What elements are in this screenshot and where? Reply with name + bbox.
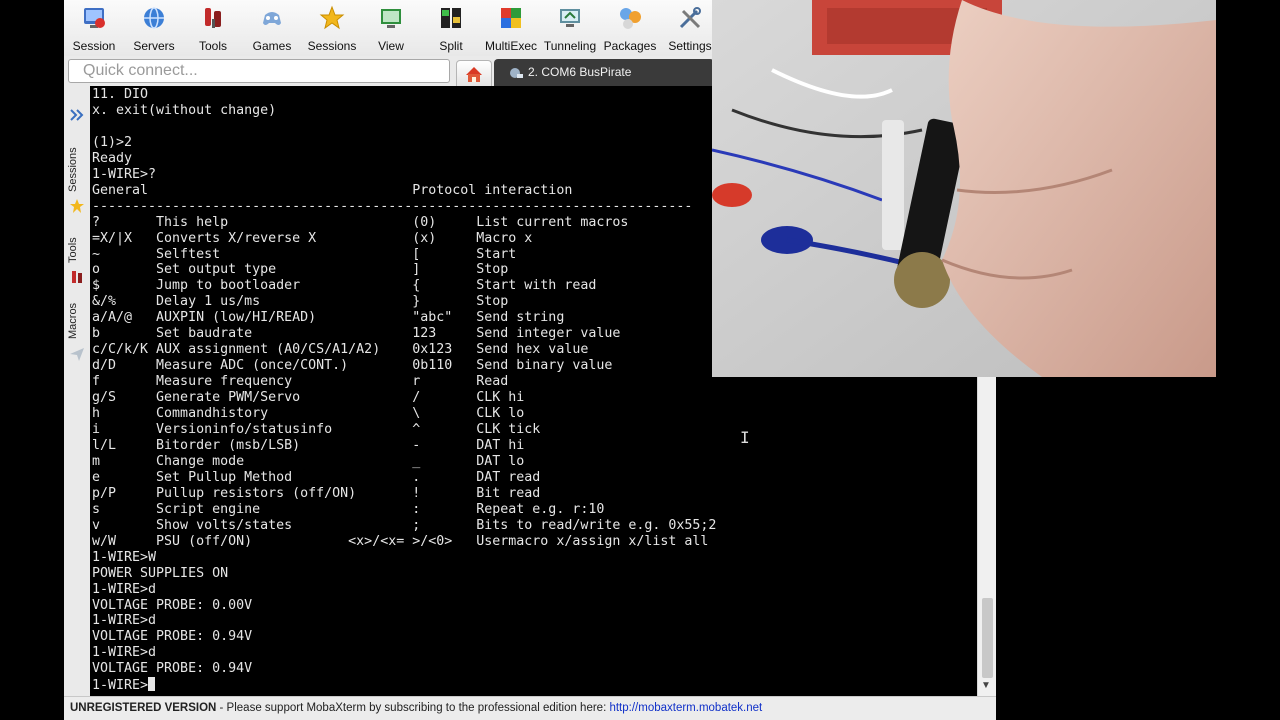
scrollbar-thumb[interactable] — [982, 598, 993, 678]
status-message: - Please support MobaXterm by subscribin… — [216, 702, 610, 714]
text-cursor-icon: I — [740, 428, 750, 447]
sidebar-tab-macros[interactable]: Macros — [67, 298, 87, 344]
terminal-line: h Commandhistory \ CLK lo — [92, 406, 525, 422]
sessions-star-icon — [319, 5, 345, 30]
split-icon — [441, 8, 461, 28]
terminal-line: x. exit(without change) — [92, 102, 277, 118]
terminal-output: 11. DIO x. exit(without change) (1)>2 Re… — [92, 87, 716, 694]
toolbar-settings-button[interactable]: Settings — [661, 2, 719, 54]
terminal-line: VOLTAGE PROBE: 0.94V — [92, 661, 253, 677]
terminal-line: 1-WIRE>d — [92, 613, 157, 629]
terminal-line: 1-WIRE> — [92, 678, 149, 694]
toolbar-label: Session — [72, 39, 116, 53]
terminal-line: c/C/k/K AUX assignment (A0/CS/A1/A2) 0x1… — [92, 342, 589, 358]
terminal-line: Ready — [92, 150, 133, 166]
terminal-line: 1-WIRE>? — [92, 166, 157, 182]
terminal-line: s Script engine : Repeat e.g. r:10 — [92, 501, 605, 517]
toolbar-tunneling-button[interactable]: Tunneling — [541, 2, 599, 54]
toolbar-view-button[interactable]: View — [362, 2, 420, 54]
games-icon — [263, 12, 281, 25]
toolbar-label: Tunneling — [543, 39, 597, 53]
terminal-line: 11. DIO — [92, 87, 149, 102]
send-icon — [70, 348, 84, 361]
sidebar-tab-tools[interactable]: Tools — [67, 231, 87, 269]
terminal-cursor — [148, 677, 156, 692]
terminal-line: e Set Pullup Method . DAT read — [92, 469, 541, 485]
terminal-line: =X/|X Converts X/reverse X (x) Macro x — [92, 230, 533, 246]
tools-icon — [72, 271, 82, 283]
toolbar-label: Tools — [198, 39, 227, 53]
quick-connect-input[interactable] — [68, 59, 450, 83]
home-tab[interactable] — [456, 60, 492, 87]
double-chevron-right-icon[interactable] — [69, 108, 85, 122]
toolbar-servers-button[interactable]: Servers — [125, 2, 183, 54]
terminal-line: VOLTAGE PROBE: 0.00V — [92, 597, 253, 613]
terminal-line: a/A/@ AUXPIN (low/HI/READ) "abc" Send st… — [92, 310, 565, 326]
sidebar-tab-sessions[interactable]: Sessions — [67, 144, 87, 196]
terminal-line: &/% Delay 1 us/ms } Stop — [92, 294, 509, 310]
servers-icon — [144, 7, 164, 29]
toolbar-multiexec-button[interactable]: MultiExec — [482, 2, 540, 54]
terminal-line: w/W PSU (off/ON) <x>/<x= >/<0> Usermacro… — [92, 533, 709, 549]
toolbar-packages-button[interactable]: Packages — [601, 2, 659, 54]
left-sidebar: Sessions Tools Macros — [64, 86, 91, 696]
mobatek-link[interactable]: http://mobaxterm.mobatek.net — [609, 702, 762, 714]
terminal-line: 1-WIRE>W — [92, 549, 157, 565]
terminal-line: g/S Generate PWM/Servo / CLK hi — [92, 390, 525, 406]
toolbar-games-button[interactable]: Games — [243, 2, 301, 54]
tab-label: 2. COM6 BusPirate — [528, 65, 632, 79]
terminal-line: ~ Selftest [ Start — [92, 246, 517, 262]
terminal-line: f Measure frequency r Read — [92, 374, 509, 390]
terminal-line: b Set baudrate 123 Send integer value — [92, 326, 621, 342]
terminal-line: General Protocol interaction — [92, 182, 573, 198]
toolbar-sessions-button[interactable]: Sessions — [303, 2, 361, 54]
terminal-line: POWER SUPPLIES ON — [92, 565, 229, 581]
terminal-line: ? This help (0) List current macros — [92, 214, 629, 230]
terminal-line: i Versioninfo/statusinfo ^ CLK tick — [92, 422, 541, 438]
home-icon — [466, 67, 482, 82]
toolbar-label: View — [378, 39, 404, 53]
star-icon — [70, 199, 84, 213]
tunneling-icon — [560, 9, 580, 27]
terminal-line: p/P Pullup resistors (off/ON) ! Bit read — [92, 485, 541, 501]
packages-icon — [620, 8, 641, 29]
terminal-line: d/D Measure ADC (once/CONT.) 0b110 Send … — [92, 358, 613, 374]
terminal-line: l/L Bitorder (msb/LSB) - DAT hi — [92, 437, 525, 453]
tab-com6-buspirate[interactable]: 2. COM6 BusPirate — [494, 59, 714, 86]
toolbar-label: Games — [252, 39, 292, 53]
terminal-line: VOLTAGE PROBE: 0.94V — [92, 629, 253, 645]
unregistered-label: UNREGISTERED VERSION — [70, 702, 217, 714]
toolbar-tools-button[interactable]: Tools — [184, 2, 242, 54]
view-icon — [381, 9, 401, 28]
scroll-down-arrow-icon[interactable]: ▼ — [981, 680, 991, 691]
multiexec-icon — [501, 8, 521, 28]
terminal-line: v Show volts/states ; Bits to read/write… — [92, 517, 717, 533]
terminal-line: ----------------------------------------… — [92, 198, 693, 214]
status-bar: UNREGISTERED VERSION - Please support Mo… — [64, 696, 996, 720]
terminal-line: o Set output type ] Stop — [92, 262, 509, 278]
toolbar-label: MultiExec — [484, 39, 537, 53]
session-icon — [84, 8, 105, 28]
terminal-line: m Change mode _ DAT lo — [92, 453, 525, 469]
terminal-line: 1-WIRE>d — [92, 581, 157, 597]
terminal-line: (1)>2 — [92, 134, 133, 150]
serial-session-icon — [510, 68, 523, 78]
terminal-line: 1-WIRE>d — [92, 645, 157, 661]
terminal-line: $ Jump to bootloader { Start with read — [92, 278, 597, 294]
toolbar-label: Packages — [603, 39, 657, 53]
tools-icon — [205, 8, 221, 28]
toolbar-session-button[interactable]: Session — [65, 2, 123, 54]
toolbar-label: Settings — [668, 39, 712, 53]
webcam-photo-overlay — [712, 0, 1216, 377]
hardware-photo-image — [712, 0, 1216, 377]
toolbar-label: Sessions — [307, 39, 357, 53]
toolbar-split-button[interactable]: Split — [422, 2, 480, 54]
toolbar-label: Split — [439, 39, 463, 53]
settings-icon — [679, 7, 701, 29]
toolbar-label: Servers — [133, 39, 175, 53]
